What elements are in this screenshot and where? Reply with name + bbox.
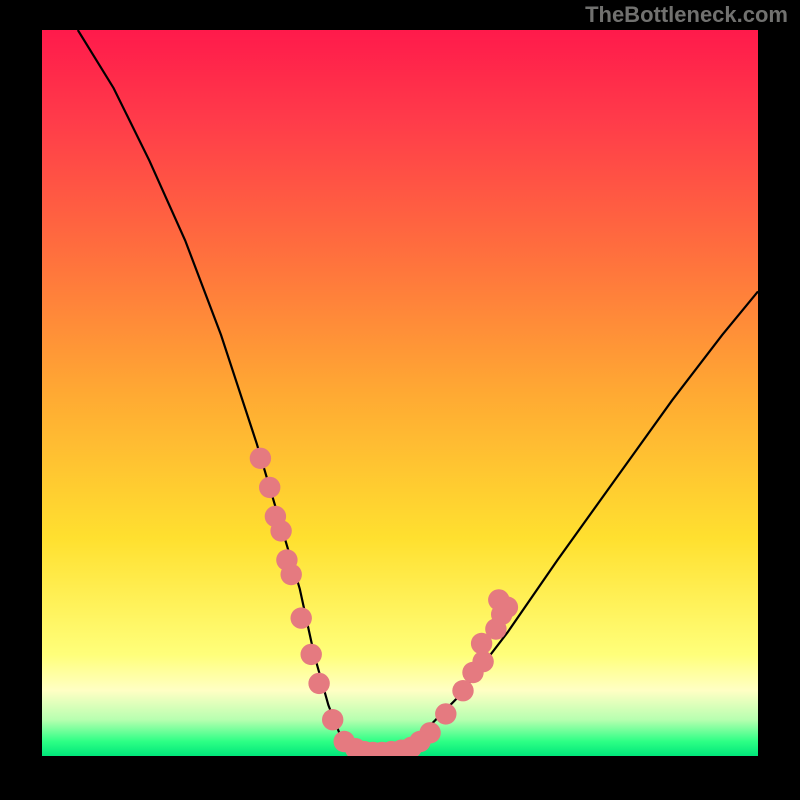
data-markers xyxy=(250,448,518,756)
data-marker xyxy=(301,644,322,665)
data-marker xyxy=(472,651,493,672)
plot-area xyxy=(42,30,758,756)
bottleneck-curve xyxy=(78,30,758,756)
data-marker xyxy=(308,673,329,694)
data-marker xyxy=(291,607,312,628)
curve-layer xyxy=(42,30,758,756)
data-marker xyxy=(435,703,456,724)
data-marker xyxy=(452,680,473,701)
data-marker xyxy=(281,564,302,585)
data-marker xyxy=(322,709,343,730)
data-marker xyxy=(270,520,291,541)
data-marker xyxy=(419,722,440,743)
watermark-text: TheBottleneck.com xyxy=(585,2,788,28)
data-marker xyxy=(259,477,280,498)
chart-stage: TheBottleneck.com xyxy=(0,0,800,800)
data-marker xyxy=(250,448,271,469)
data-marker xyxy=(497,597,518,618)
